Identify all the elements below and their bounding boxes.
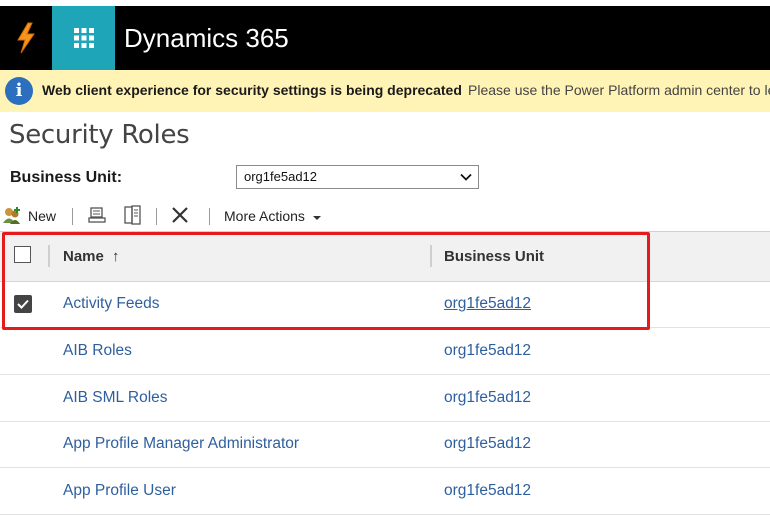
new-role-icon (2, 206, 24, 226)
toolbar-divider (156, 208, 157, 225)
delete-button[interactable] (171, 204, 189, 228)
column-header-name-label: Name (63, 248, 104, 265)
deprecation-banner: i Web client experience for security set… (0, 70, 770, 112)
copy-role-button[interactable] (88, 204, 106, 228)
app-title[interactable]: Dynamics 365 (124, 22, 289, 54)
business-unit-select[interactable]: org1fe5ad12 (236, 165, 479, 189)
select-all-checkbox[interactable] (14, 246, 31, 263)
app-launcher-icon[interactable] (52, 6, 115, 70)
caret-down-icon (312, 208, 321, 224)
table-row[interactable]: App Profile User org1fe5ad12 (0, 468, 770, 515)
business-unit-link[interactable]: org1fe5ad12 (444, 342, 531, 360)
role-name-link[interactable]: Activity Feeds (63, 295, 159, 313)
business-unit-link[interactable]: org1fe5ad12 (444, 435, 531, 453)
row-checkbox-checked[interactable] (14, 295, 32, 313)
new-button[interactable]: New (2, 204, 56, 228)
toolbar-divider (72, 208, 73, 225)
column-divider[interactable] (48, 245, 50, 267)
new-label: New (28, 208, 57, 224)
column-header-name[interactable]: Name ↑ (63, 248, 120, 265)
table-row[interactable]: AIB Roles org1fe5ad12 (0, 328, 770, 375)
nav-bar: Dynamics 365 (0, 6, 770, 70)
role-name-link[interactable]: AIB Roles (63, 342, 132, 360)
chevron-down-icon (460, 170, 472, 188)
business-unit-label: Business Unit: (10, 169, 123, 186)
grid-header: Name ↑ Business Unit (0, 231, 770, 282)
column-divider[interactable] (430, 245, 432, 267)
table-row[interactable]: Activity Feeds org1fe5ad12 (0, 281, 770, 328)
role-name-link[interactable]: App Profile User (63, 482, 176, 500)
report-button[interactable] (124, 204, 142, 228)
column-header-business-unit[interactable]: Business Unit (444, 248, 544, 265)
close-icon (171, 206, 189, 227)
copy-role-icon (88, 206, 106, 227)
business-unit-value: org1fe5ad12 (244, 169, 318, 184)
more-actions-label: More Actions (224, 208, 305, 224)
table-row[interactable]: AIB SML Roles org1fe5ad12 (0, 375, 770, 422)
page-title: Security Roles (9, 120, 190, 150)
toolbar: New More Actions (0, 204, 770, 228)
more-actions-button[interactable]: More Actions (224, 204, 321, 228)
role-name-link[interactable]: AIB SML Roles (63, 389, 168, 407)
report-icon (124, 204, 142, 228)
banner-message: Please use the Power Platform admin cent… (468, 82, 770, 98)
lightning-icon[interactable] (0, 6, 52, 70)
sort-ascending-icon: ↑ (112, 248, 120, 265)
banner-title: Web client experience for security setti… (42, 82, 462, 98)
business-unit-link[interactable]: org1fe5ad12 (444, 482, 531, 500)
role-name-link[interactable]: App Profile Manager Administrator (63, 435, 299, 453)
table-row[interactable]: App Profile Manager Administrator org1fe… (0, 421, 770, 468)
business-unit-link[interactable]: org1fe5ad12 (444, 295, 531, 313)
business-unit-link[interactable]: org1fe5ad12 (444, 389, 531, 407)
toolbar-divider (209, 208, 210, 225)
info-icon: i (5, 77, 33, 105)
